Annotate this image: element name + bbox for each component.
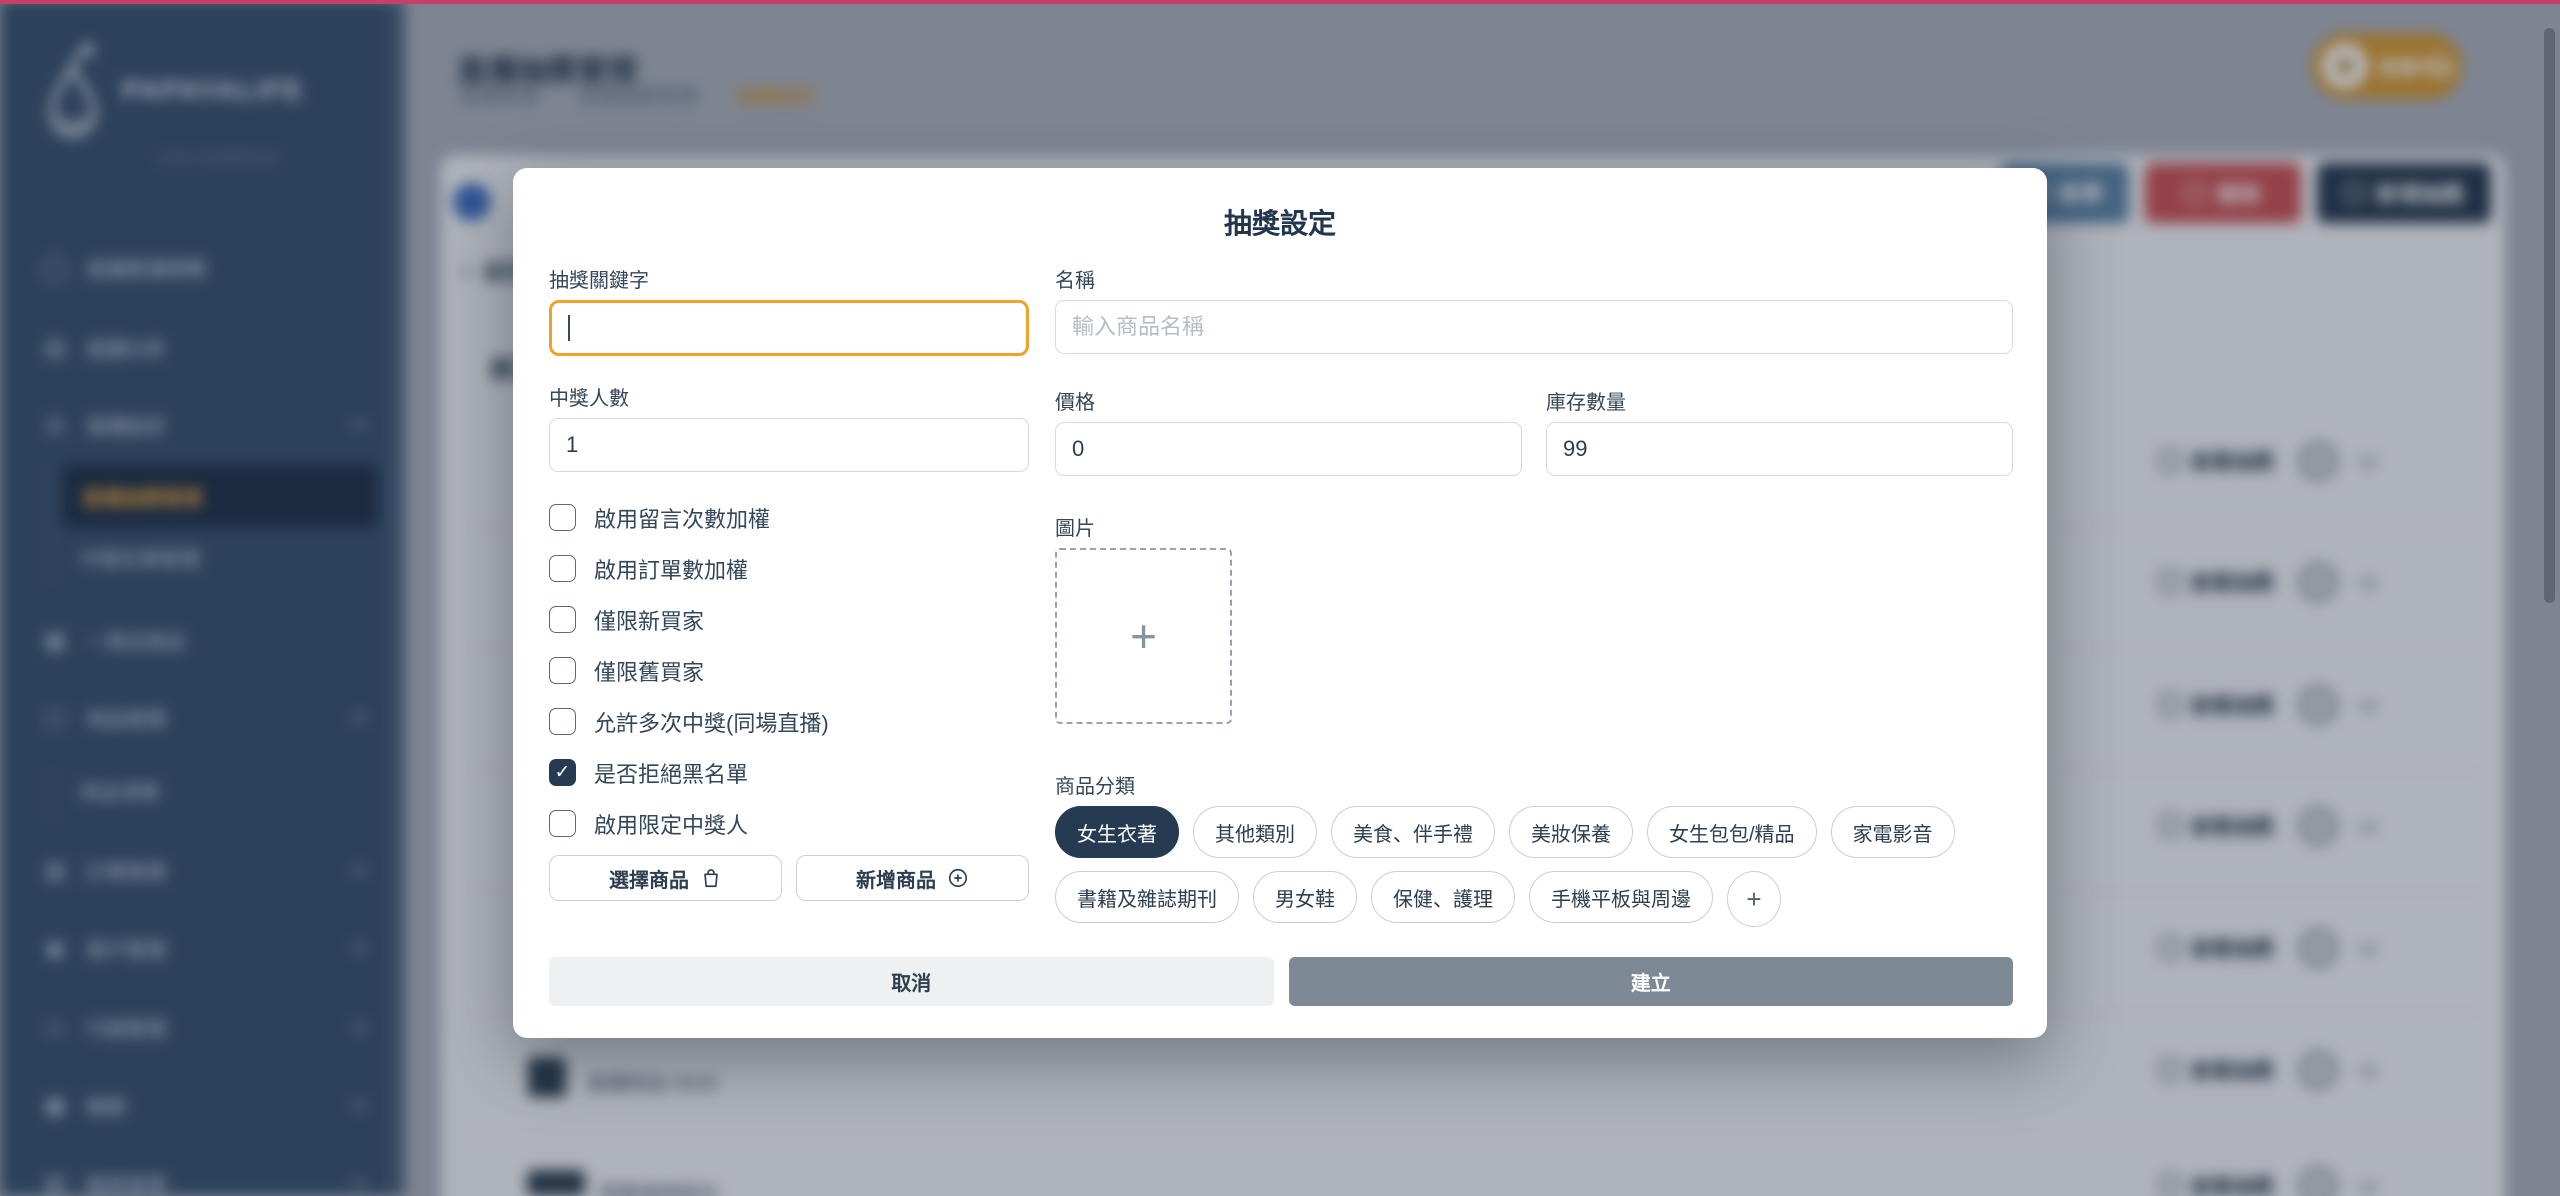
- add-product-button[interactable]: 新增商品: [796, 855, 1029, 901]
- checkbox[interactable]: [549, 810, 576, 837]
- modal-footer: 取消 建立: [549, 957, 2013, 1006]
- category-chip-bags[interactable]: 女生包包/精品: [1647, 806, 1817, 858]
- checkbox-limit-winners[interactable]: 啟用限定中獎人: [549, 798, 1029, 849]
- plus-circle-icon: [947, 867, 969, 889]
- checkbox[interactable]: [549, 657, 576, 684]
- category-label: 商品分類: [1055, 770, 2013, 796]
- stock-label: 庫存數量: [1546, 386, 2013, 412]
- cancel-button[interactable]: 取消: [549, 957, 1274, 1006]
- modal-title: 抽獎設定: [513, 202, 2047, 242]
- select-product-button[interactable]: 選擇商品: [549, 855, 782, 901]
- category-chips: 女生衣著 其他類別 美食、伴手禮 美妝保養 女生包包/精品 家電影音 書籍及雜誌…: [1055, 806, 2013, 927]
- modal-left-column: 抽獎關鍵字 中獎人數 啟用留言次數加權 啟用訂單數加權 僅限新買家 僅限舊買家: [549, 264, 1029, 901]
- text-caret: [568, 315, 570, 341]
- modal-right-column: 名稱 價格 庫存數量 圖片 + 商品分類 女生衣著 其他類別 美食: [1055, 264, 2013, 927]
- stock-input[interactable]: [1546, 422, 2013, 476]
- price-input[interactable]: [1055, 422, 1522, 476]
- category-chip-electronics[interactable]: 家電影音: [1831, 806, 1955, 858]
- category-chip-women-clothing[interactable]: 女生衣著: [1055, 806, 1179, 858]
- create-button[interactable]: 建立: [1289, 957, 2014, 1006]
- category-chip-shoes[interactable]: 男女鞋: [1253, 871, 1357, 923]
- keyword-input[interactable]: [549, 300, 1029, 356]
- winners-label: 中獎人數: [549, 382, 1029, 408]
- checkbox-multiple-wins[interactable]: 允許多次中獎(同場直播): [549, 696, 1029, 747]
- checkbox-reject-blacklist[interactable]: 是否拒絕黑名單: [549, 747, 1029, 798]
- name-label: 名稱: [1055, 264, 2013, 290]
- price-label: 價格: [1055, 386, 1522, 412]
- checkbox[interactable]: [549, 708, 576, 735]
- checkbox[interactable]: [549, 606, 576, 633]
- price-stock-row: 價格 庫存數量: [1055, 386, 2013, 476]
- checkbox-new-buyers-only[interactable]: 僅限新買家: [549, 594, 1029, 645]
- screen: PAPAYALIFE LIVE COMMERCE ◯ 直播營運總覽 ▤ 直播分析…: [0, 0, 2560, 1196]
- checkbox[interactable]: [549, 504, 576, 531]
- add-category-chip[interactable]: +: [1727, 871, 1781, 927]
- category-chip-books[interactable]: 書籍及雜誌期刊: [1055, 871, 1239, 923]
- product-buttons: 選擇商品 新增商品: [549, 855, 1029, 901]
- scrollbar-thumb[interactable]: [2544, 28, 2555, 603]
- category-chip-other[interactable]: 其他類別: [1193, 806, 1317, 858]
- checkbox-checked[interactable]: [549, 759, 576, 786]
- image-upload-dropzone[interactable]: +: [1055, 548, 1232, 724]
- category-chip-beauty[interactable]: 美妝保養: [1509, 806, 1633, 858]
- category-chip-health[interactable]: 保健、護理: [1371, 871, 1515, 923]
- top-accent-bar: [0, 0, 2560, 4]
- checkbox-comment-weight[interactable]: 啟用留言次數加權: [549, 492, 1029, 543]
- winners-input[interactable]: [549, 418, 1029, 472]
- plus-icon: +: [1130, 613, 1157, 659]
- image-label: 圖片: [1055, 512, 2013, 538]
- name-input[interactable]: [1055, 300, 2013, 354]
- shopping-bag-icon: [700, 867, 722, 889]
- keyword-label: 抽獎關鍵字: [549, 264, 1029, 290]
- category-chip-mobile[interactable]: 手機平板與周邊: [1529, 871, 1713, 923]
- checkbox[interactable]: [549, 555, 576, 582]
- checkbox-order-weight[interactable]: 啟用訂單數加權: [549, 543, 1029, 594]
- checkbox-old-buyers-only[interactable]: 僅限舊買家: [549, 645, 1029, 696]
- lottery-settings-modal: 抽獎設定 抽獎關鍵字 中獎人數 啟用留言次數加權 啟用訂單數加權 僅限新買家 僅…: [513, 168, 2047, 1038]
- category-chip-food-gifts[interactable]: 美食、伴手禮: [1331, 806, 1495, 858]
